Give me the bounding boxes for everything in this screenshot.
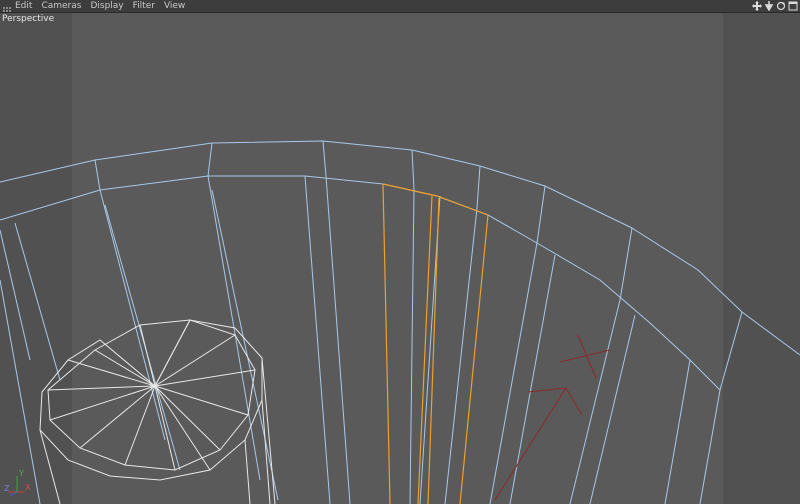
spoke-edge — [211, 189, 279, 501]
selected-edges — [382, 183, 489, 504]
cap-spoke — [67, 359, 156, 387]
menu-view[interactable]: View — [164, 0, 185, 12]
ring-edge — [619, 227, 633, 301]
cap-spoke — [154, 369, 256, 387]
ring-edge — [411, 149, 415, 191]
menu-display[interactable]: Display — [90, 0, 123, 12]
axis-z-line — [9, 491, 18, 497]
selected-edge — [382, 183, 391, 504]
axis-arrow-head — [565, 387, 583, 416]
cap-side — [244, 439, 251, 504]
spoke-edge — [104, 204, 181, 471]
spoke-edge — [699, 389, 721, 504]
spoke-edge — [664, 359, 691, 504]
cap-spoke — [154, 385, 221, 451]
rotate-icon[interactable] — [776, 1, 786, 11]
zoom-icon[interactable] — [764, 1, 774, 11]
wireframe-scene — [0, 140, 800, 504]
ring-edge — [719, 311, 743, 391]
axis-cross — [577, 334, 597, 379]
menu-bar: Edit Cameras Display Filter View — [0, 0, 800, 15]
spoke-edge — [589, 314, 636, 504]
spoke-edge — [304, 175, 331, 504]
ring-edge — [536, 185, 546, 244]
selected-edge-top — [382, 183, 489, 216]
ring-edge — [322, 140, 327, 177]
spoke-edge — [509, 254, 556, 504]
spoke-edge — [444, 207, 478, 504]
spoke-edge — [99, 189, 166, 441]
axis-arrow-head — [527, 387, 567, 393]
viewport-nav-icons — [752, 0, 798, 12]
axis-arrow-shaft — [494, 387, 567, 501]
object-axis — [494, 334, 611, 501]
spoke-edge — [14, 222, 61, 381]
spoke-edge — [409, 189, 415, 504]
spoke-edge — [0, 229, 31, 361]
ring-edge — [207, 142, 213, 177]
menu-cameras[interactable]: Cameras — [41, 0, 81, 12]
spoke-edge — [325, 175, 351, 504]
axis-z-label: Z — [4, 484, 10, 493]
ring-outer-edge — [0, 140, 800, 356]
ring-edge — [94, 159, 101, 191]
axis-x-label: X — [25, 483, 31, 492]
spoke-edge — [489, 242, 538, 504]
cap-spoke — [154, 385, 176, 471]
cap-spoke — [47, 385, 156, 391]
cap-spoke — [154, 385, 211, 471]
perspective-viewport[interactable]: Perspective Z X Y — [0, 13, 800, 504]
axis-y-label: Y — [18, 469, 24, 478]
menu-filter[interactable]: Filter — [133, 0, 155, 12]
menu-edit[interactable]: Edit — [15, 0, 32, 12]
selected-edge — [459, 214, 489, 504]
cap-side — [261, 399, 271, 504]
spoke-edge — [569, 299, 621, 504]
world-axis-gizmo: Z X Y — [3, 458, 43, 498]
cap-spoke — [139, 324, 156, 387]
cap-spoke — [154, 319, 191, 387]
maximize-icon[interactable] — [788, 1, 798, 11]
cap-spoke — [49, 385, 156, 421]
grip-icon[interactable] — [2, 1, 12, 15]
cap-outline — [39, 319, 263, 481]
ring-edge — [476, 165, 481, 209]
cap-spoke — [154, 334, 236, 387]
move-icon[interactable] — [752, 1, 762, 11]
cap-spoke — [154, 385, 249, 416]
ring-mesh — [0, 140, 800, 504]
